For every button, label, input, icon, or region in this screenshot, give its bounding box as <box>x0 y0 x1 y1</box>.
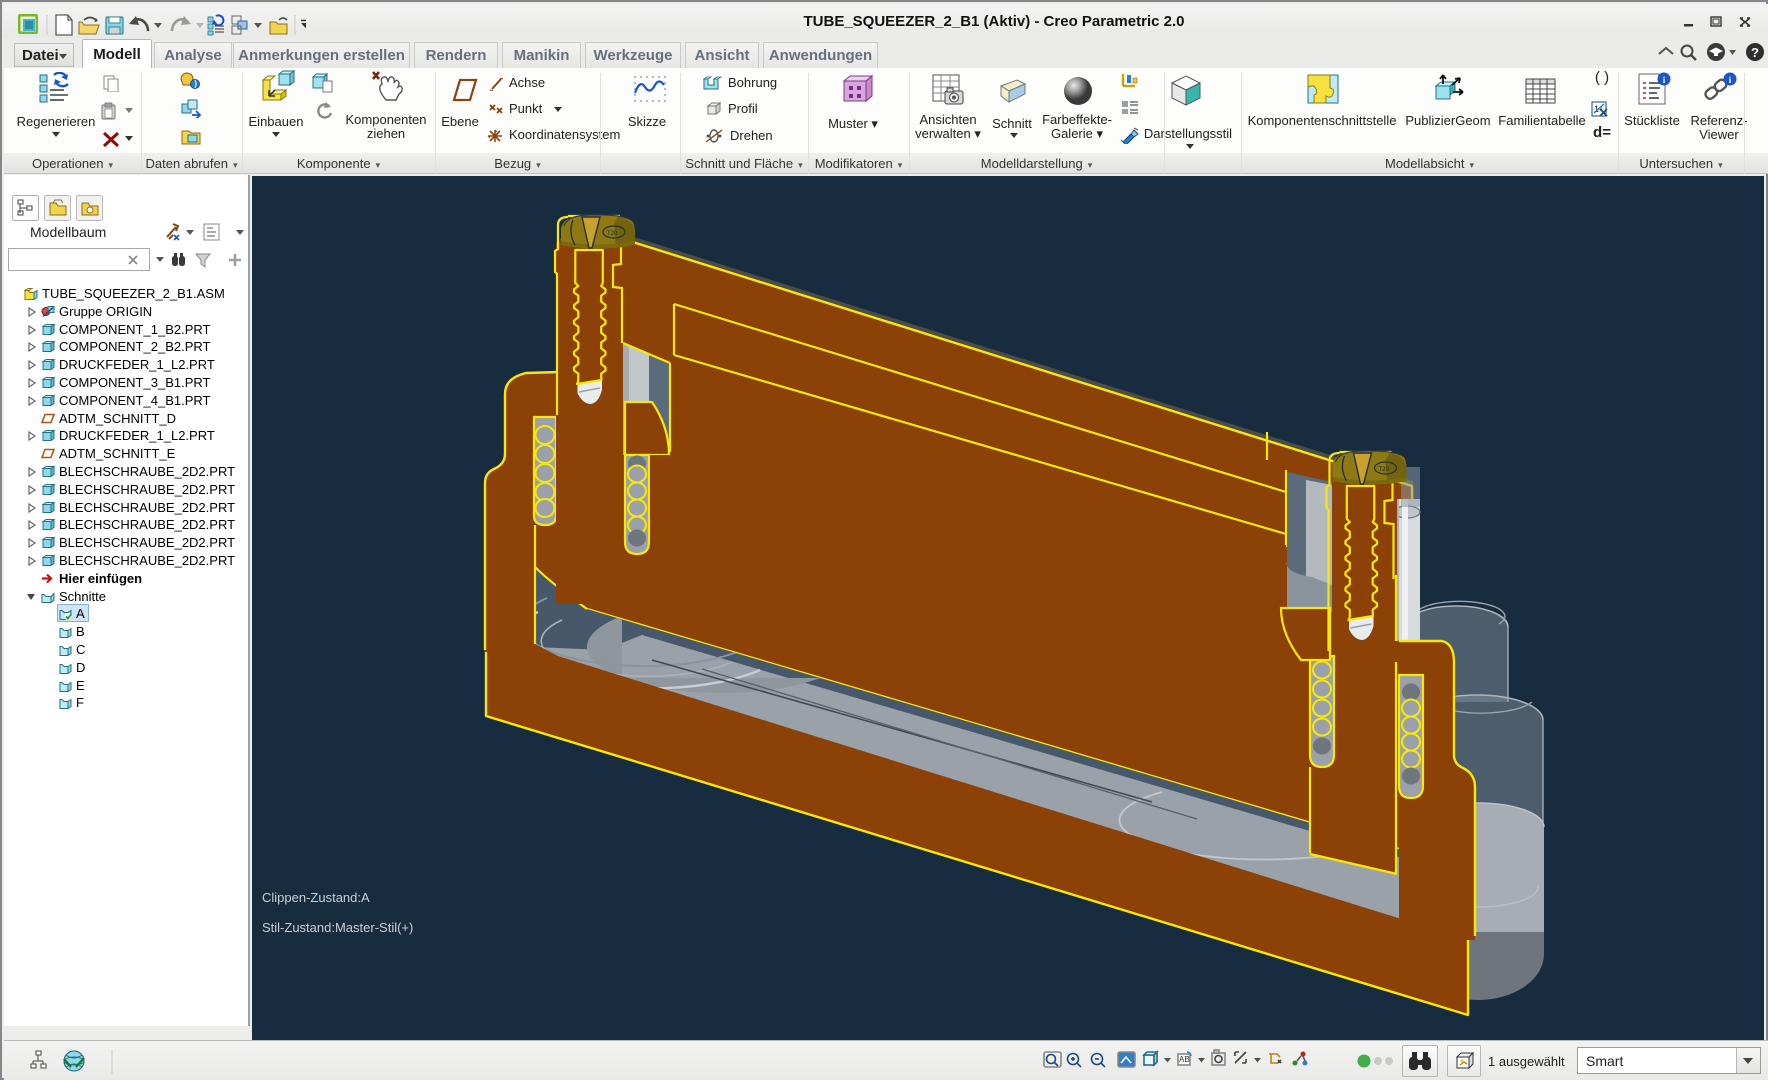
svg-text:?: ? <box>1751 45 1759 60</box>
svg-text:Clippen-Zustand:A: Clippen-Zustand:A <box>262 890 370 905</box>
svg-text:Stil-Zustand:Master-Stil(+): Stil-Zustand:Master-Stil(+) <box>262 920 413 935</box>
svg-text:AB: AB <box>1179 1055 1190 1064</box>
